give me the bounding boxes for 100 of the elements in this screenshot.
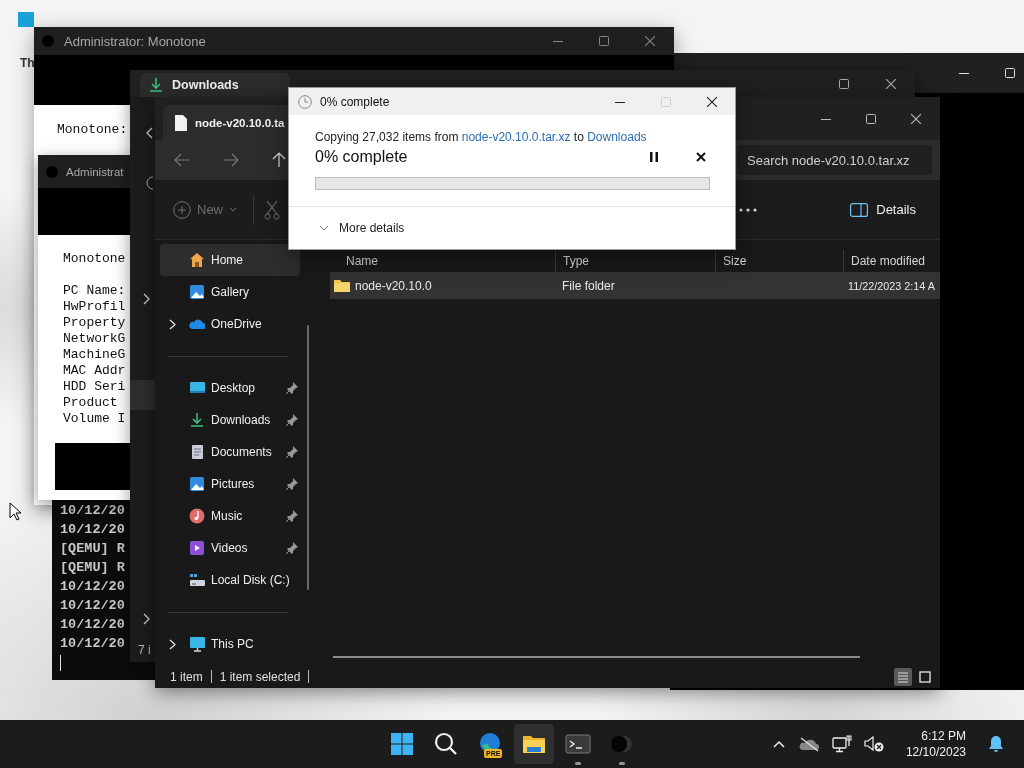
console-text: Property — [63, 315, 126, 331]
console-text: MAC Addr — [63, 363, 126, 379]
close-icon[interactable] — [707, 96, 717, 107]
search-icon — [433, 731, 459, 757]
close-icon[interactable] — [696, 152, 706, 162]
gallery-icon — [189, 284, 205, 300]
destination-link[interactable]: Downloads — [587, 130, 647, 144]
pin-icon[interactable] — [286, 510, 298, 522]
video-icon — [189, 540, 205, 556]
clock[interactable]: 6:12 PM 12/10/2023 — [905, 728, 966, 760]
up-arrow-icon[interactable] — [272, 152, 286, 168]
table-cell-text: File folder — [561, 278, 616, 293]
maximize-icon[interactable] — [866, 113, 876, 124]
more-icon[interactable] — [739, 207, 758, 212]
home-icon — [189, 252, 205, 268]
console-text: 10/12/20 — [60, 502, 125, 520]
table-cell-text: 11/22/2023 2:14 A — [847, 279, 936, 292]
window-title: Administrator: Monotone — [64, 33, 206, 49]
cloud-off-icon[interactable] — [797, 736, 820, 752]
text-cursor — [60, 655, 61, 671]
nav-item[interactable]: Home — [160, 244, 300, 276]
scrollbar[interactable] — [307, 325, 309, 590]
desktop-icon — [189, 380, 205, 396]
music-icon — [189, 508, 205, 524]
nav-item[interactable]: Local Disk (C:) — [160, 564, 300, 596]
chevron-left-icon[interactable] — [145, 127, 153, 139]
windows-logo-icon — [389, 731, 415, 757]
source-link[interactable]: node-v20.10.0.tar.xz — [461, 130, 571, 144]
folder-icon — [334, 279, 350, 292]
pin-icon[interactable] — [286, 382, 298, 394]
caret-icon — [229, 207, 237, 212]
status-text: 7 i — [138, 643, 151, 657]
pause-icon[interactable] — [650, 152, 658, 162]
desktop-icon-label[interactable]: Th — [20, 56, 35, 70]
nav-item[interactable]: Music — [160, 500, 300, 532]
status-text: 1 item selected — [219, 669, 301, 684]
console-text: Volume I — [63, 411, 126, 427]
console-text: [QEMU] R — [60, 559, 125, 577]
pin-icon[interactable] — [286, 446, 298, 458]
nav-item[interactable]: This PC — [160, 628, 300, 660]
window-tab[interactable]: Downloads — [140, 73, 290, 97]
console-text: PC Name: — [63, 283, 126, 299]
console-text: HwProfil — [63, 299, 126, 315]
details-pane-icon — [850, 202, 869, 217]
console-text: MachineG — [63, 347, 126, 363]
progress-heading: 0% complete — [315, 148, 409, 166]
console-text: Monotone: — [57, 122, 128, 138]
nav-item[interactable]: Downloads — [160, 404, 300, 436]
pin-icon[interactable] — [286, 478, 298, 490]
console-text: Product — [63, 395, 118, 411]
pin-icon[interactable] — [286, 414, 298, 426]
chevron-right-icon[interactable] — [168, 318, 176, 330]
chevron-right-icon[interactable] — [143, 293, 150, 305]
volume-muted-icon[interactable] — [863, 735, 884, 753]
clock-icon — [298, 94, 312, 109]
nav-item[interactable]: Pictures — [160, 468, 300, 500]
nav-item[interactable]: Gallery — [160, 276, 300, 308]
details-button[interactable]: Details — [844, 196, 922, 223]
file-row[interactable]: node-v20.10.0 File folder 11/22/2023 2:14 A — [330, 272, 940, 299]
console-text: Monotone — [63, 251, 126, 267]
close-icon[interactable] — [886, 78, 896, 89]
download-icon — [148, 77, 164, 93]
nav-item[interactable]: OneDrive — [160, 308, 300, 340]
chevron-right-icon[interactable] — [143, 613, 150, 625]
chevron-down-icon — [319, 224, 329, 231]
network-icon[interactable] — [831, 735, 852, 753]
bell-icon[interactable] — [988, 735, 1004, 753]
search-field[interactable]: Search node-v20.10.0.tar.xz — [737, 145, 932, 175]
window-title: Administrat — [66, 165, 124, 178]
plus-icon — [173, 200, 191, 219]
back-arrow-icon[interactable] — [174, 153, 190, 167]
tab-label: Downloads — [172, 78, 239, 92]
selected-row — [130, 380, 155, 410]
download-icon — [189, 412, 205, 428]
drive-icon — [189, 572, 205, 588]
column-header[interactable]: Name — [330, 250, 555, 272]
app-icon — [46, 165, 58, 178]
mouse-pointer-icon — [9, 502, 21, 521]
close-icon[interactable] — [911, 113, 921, 124]
console-text: 10/12/20 — [60, 616, 125, 634]
nav-item[interactable]: Documents — [160, 436, 300, 468]
details-view-icon[interactable] — [894, 667, 912, 686]
app-icon — [42, 35, 54, 47]
nav-item[interactable]: Desktop — [160, 372, 300, 404]
chevron-right-icon[interactable] — [168, 638, 176, 650]
console-text: 10/12/20 — [60, 635, 125, 653]
console-text: HDD Seri — [63, 379, 126, 395]
table-cell: node-v20.10.0 — [355, 278, 432, 293]
nav-item[interactable]: Videos — [160, 532, 300, 564]
maximize-icon[interactable] — [839, 78, 849, 89]
taskbar-button[interactable] — [514, 724, 554, 764]
scrollbar[interactable] — [333, 656, 860, 658]
file-icon — [174, 114, 188, 131]
console-text: NetworkG — [63, 331, 126, 347]
pictures-icon — [189, 476, 205, 492]
pin-icon[interactable] — [286, 542, 298, 554]
console-text: 10/12/20 — [60, 597, 125, 615]
console-text: 10/12/20 — [60, 521, 125, 539]
console-text: [QEMU] R — [60, 540, 125, 558]
forward-arrow-icon[interactable] — [223, 153, 239, 167]
